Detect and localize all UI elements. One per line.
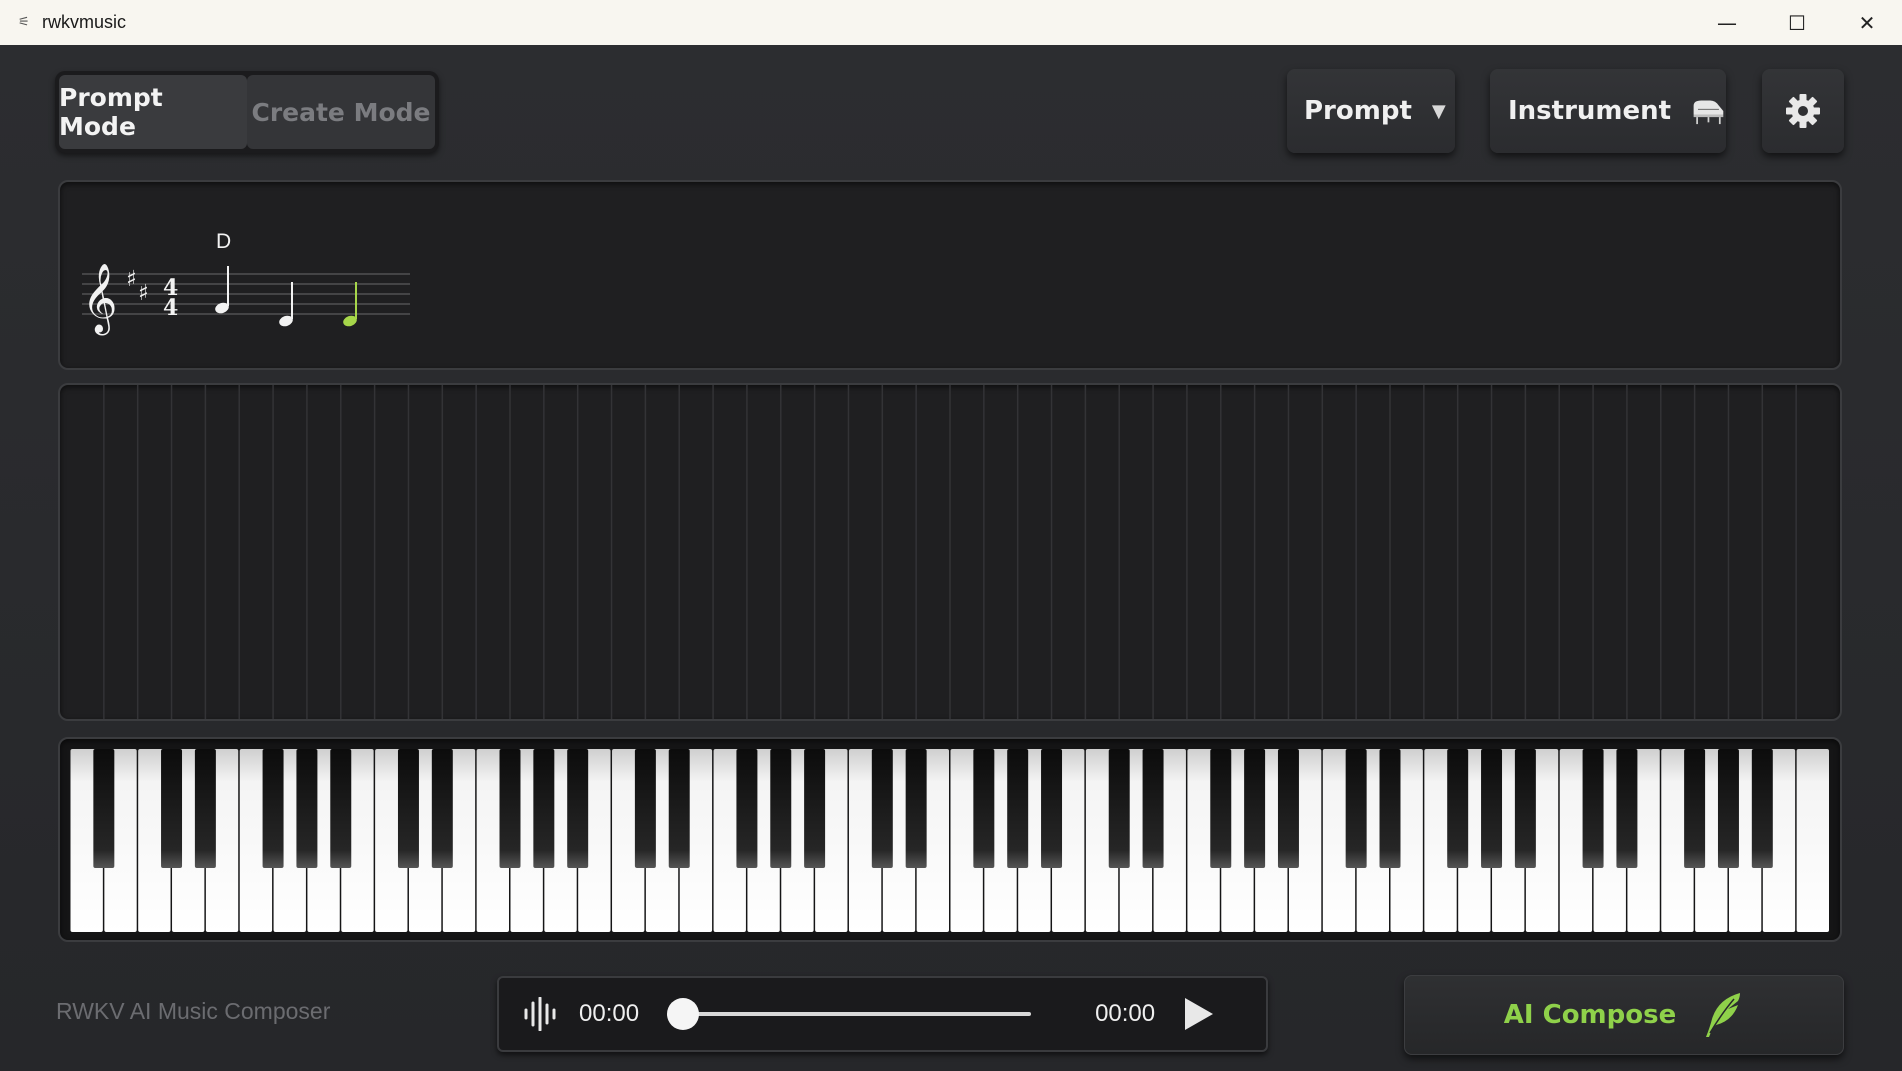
black-key[interactable] [1345, 749, 1367, 868]
sharp-icon: ♯ [126, 267, 137, 292]
instrument-label: Instrument [1508, 96, 1672, 126]
black-key[interactable] [161, 749, 183, 868]
black-key[interactable] [194, 749, 216, 868]
progress-slider[interactable] [667, 998, 1032, 1030]
black-key[interactable] [1684, 749, 1706, 868]
black-key[interactable] [262, 749, 284, 868]
black-key[interactable] [770, 749, 792, 868]
black-key[interactable] [1717, 749, 1739, 868]
prompt-dropdown-button[interactable]: Prompt ▼ [1287, 69, 1455, 153]
sharp-icon: ♯ [138, 281, 149, 306]
title-bar: ⚟ rwkvmusic — ☐ ✕ [0, 0, 1902, 45]
black-key[interactable] [1379, 749, 1401, 868]
black-key[interactable] [905, 749, 927, 868]
create-mode-button[interactable]: Create Mode [247, 75, 435, 149]
score-panel: 𝄞 ♯ ♯ 4 4 D [58, 180, 1842, 370]
prompt-mode-button[interactable]: Prompt Mode [59, 75, 247, 149]
total-time: 00:00 [1095, 1000, 1156, 1027]
piano-icon [1693, 100, 1724, 125]
black-key[interactable] [533, 749, 555, 868]
gear-icon [1786, 94, 1820, 128]
black-key[interactable] [973, 749, 995, 868]
black-key[interactable] [1277, 749, 1299, 868]
settings-button[interactable] [1762, 69, 1844, 153]
app-body: Prompt Mode Create Mode Prompt ▼ Instrum… [0, 45, 1902, 1071]
black-key[interactable] [296, 749, 318, 868]
playback-bar: 00:00 00:00 [497, 976, 1268, 1052]
black-key[interactable] [499, 749, 521, 868]
black-key[interactable] [93, 749, 115, 868]
black-key[interactable] [1007, 749, 1029, 868]
black-key[interactable] [871, 749, 893, 868]
note-highlighted [343, 282, 357, 327]
note [279, 282, 293, 327]
close-button[interactable]: ✕ [1832, 0, 1902, 45]
ai-compose-label: AI Compose [1503, 1000, 1677, 1030]
piano-roll[interactable] [58, 383, 1842, 721]
black-key[interactable] [1210, 749, 1232, 868]
piano-roll-grid [103, 385, 1797, 719]
window-controls: — ☐ ✕ [1692, 0, 1902, 45]
feather-icon [1706, 993, 1741, 1037]
black-key[interactable] [1041, 749, 1063, 868]
time-signature-bottom: 4 [163, 295, 178, 321]
ai-compose-button[interactable]: AI Compose [1404, 975, 1844, 1055]
prompt-dropdown-label: Prompt [1304, 96, 1412, 126]
app-icon: ⚟ [18, 14, 30, 30]
black-key[interactable] [668, 749, 690, 868]
current-time: 00:00 [579, 1000, 640, 1027]
black-key[interactable] [1514, 749, 1536, 868]
caret-down-icon: ▼ [1431, 100, 1446, 122]
note [215, 266, 229, 314]
slider-thumb[interactable] [667, 998, 700, 1030]
black-key[interactable] [397, 749, 419, 868]
mode-toggle: Prompt Mode Create Mode [55, 71, 439, 153]
black-key[interactable] [1447, 749, 1469, 868]
maximize-button[interactable]: ☐ [1762, 0, 1832, 45]
black-key[interactable] [330, 749, 352, 868]
piano-keys[interactable] [70, 749, 1830, 932]
black-key[interactable] [431, 749, 453, 868]
play-icon[interactable] [1183, 997, 1215, 1031]
window-title: rwkvmusic [42, 12, 126, 32]
black-key[interactable] [1616, 749, 1638, 868]
white-key[interactable] [1796, 749, 1829, 932]
black-key[interactable] [1142, 749, 1164, 868]
black-key[interactable] [736, 749, 758, 868]
piano-keyboard[interactable] [58, 737, 1842, 942]
black-key[interactable] [804, 749, 826, 868]
black-key[interactable] [1751, 749, 1773, 868]
black-key[interactable] [1481, 749, 1503, 868]
waveform-icon[interactable] [523, 997, 557, 1031]
black-key[interactable] [1582, 749, 1604, 868]
black-key[interactable] [1108, 749, 1130, 868]
music-staff: 𝄞 ♯ ♯ 4 4 D [82, 230, 410, 335]
black-key[interactable] [567, 749, 589, 868]
app-label: RWKV AI Music Composer [56, 998, 331, 1024]
black-key[interactable] [634, 749, 656, 868]
chord-label: D [216, 230, 231, 253]
minimize-button[interactable]: — [1692, 0, 1762, 45]
black-key[interactable] [1244, 749, 1266, 868]
treble-clef-icon: 𝄞 [82, 263, 117, 335]
instrument-button[interactable]: Instrument [1490, 69, 1726, 153]
